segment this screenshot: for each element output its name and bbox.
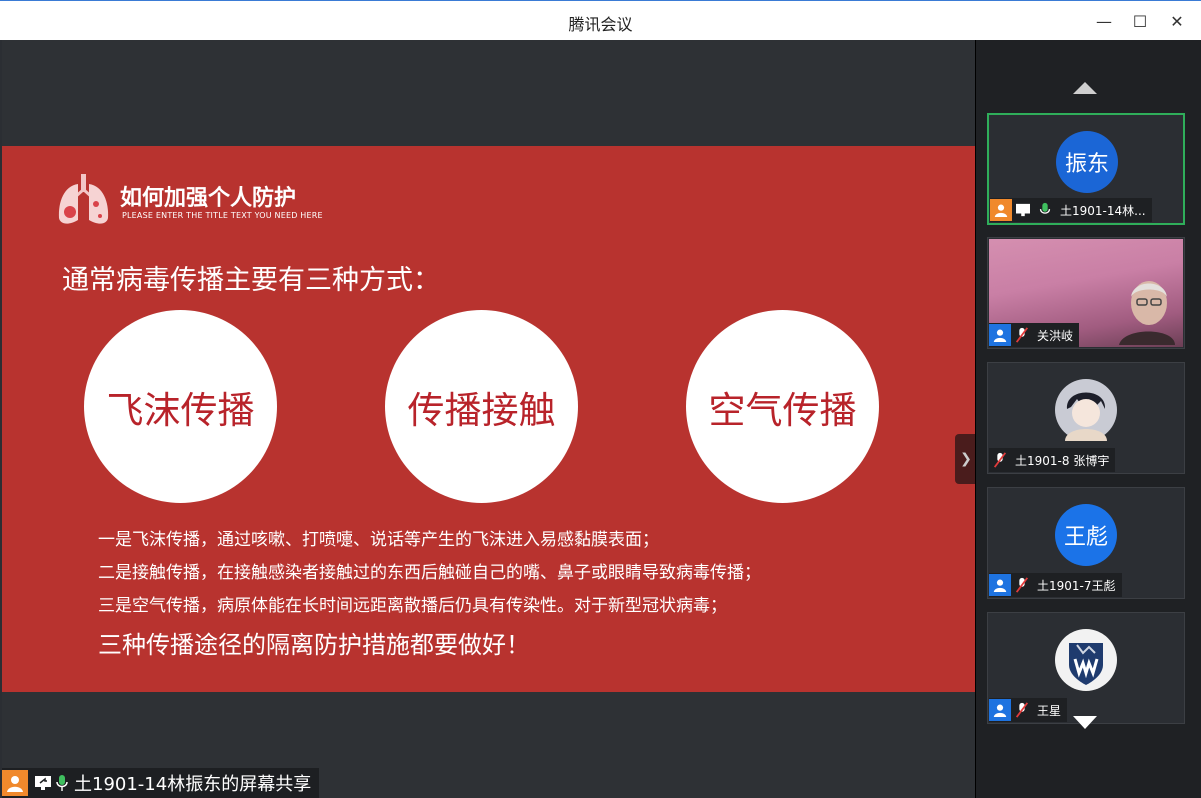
participant-label: 关洪岐: [989, 323, 1080, 347]
share-label: 土1901-14林振东的屏幕共享: [2, 768, 320, 798]
slide-subtitle: PLEASE ENTER THE TITLE TEXT YOU NEED HER…: [122, 211, 323, 220]
participant-label: 土1901-8 张博宇: [989, 448, 1116, 472]
circle-contact: 传播接触: [385, 310, 578, 503]
mic-muted-icon: [1011, 574, 1033, 596]
participant-tile[interactable]: 土1901-8 张博宇: [987, 362, 1185, 474]
close-icon: ✕: [1170, 11, 1184, 31]
presentation-slide: 如何加强个人防护 PLEASE ENTER THE TITLE TEXT YOU…: [2, 146, 975, 692]
user-icon: [989, 324, 1011, 346]
user-icon: [2, 770, 28, 796]
body-line: 三是空气传播，病原体能在长时间远距离散播后仍具有传染性。对于新型冠状病毒；: [98, 596, 727, 616]
minimize-icon: —: [1096, 11, 1112, 31]
user-icon: [990, 199, 1012, 221]
close-button[interactable]: ✕: [1163, 9, 1191, 33]
anime-avatar: [1055, 379, 1117, 441]
slide-heading: 通常病毒传播主要有三种方式：: [62, 265, 440, 296]
participant-tile[interactable]: 关洪岐: [987, 237, 1185, 349]
mic-icon: [1034, 199, 1056, 221]
circle-droplet: 飞沫传播: [84, 310, 277, 503]
scroll-up-icon[interactable]: [1073, 82, 1097, 94]
participant-tile[interactable]: 王彪 土1901-7王彪: [987, 487, 1185, 599]
maximize-icon: ☐: [1132, 11, 1148, 31]
slide-body: 一是飞沫传播，通过咳嗽、打喷嚏、说话等产生的飞沫进入易感黏膜表面； 二是接触传播…: [98, 524, 761, 660]
lungs-icon: [58, 174, 109, 224]
screen-share-icon: [1012, 199, 1034, 221]
scroll-down-icon[interactable]: [1073, 716, 1097, 729]
circle-airborne: 空气传播: [686, 310, 879, 503]
participant-label: 土1901-14林...: [990, 198, 1152, 222]
avatar: 王彪: [1055, 504, 1117, 566]
participant-name: 土1901-7王彪: [1037, 578, 1116, 593]
screen-share-icon: [32, 772, 54, 794]
window-title: 腾讯会议: [568, 15, 633, 34]
participant-name: 土1901-14林...: [1060, 203, 1146, 218]
collapse-sidebar-button[interactable]: ❯: [955, 434, 977, 484]
mic-icon: [54, 772, 70, 794]
body-line: 二是接触传播，在接触感染者接触过的东西后触碰自己的嘴、鼻子或眼睛导致病毒传播；: [98, 563, 761, 583]
maximize-button[interactable]: ☐: [1126, 9, 1154, 33]
minimize-button[interactable]: —: [1090, 9, 1118, 33]
user-icon: [989, 574, 1011, 596]
slide-conclusion: 三种传播途径的隔离防护措施都要做好！: [98, 631, 530, 659]
user-icon: [989, 699, 1011, 721]
mic-muted-icon: [1011, 324, 1033, 346]
participant-tile[interactable]: 王星: [987, 612, 1185, 724]
wolf-logo-avatar: [1055, 629, 1117, 691]
participant-label: 土1901-7王彪: [989, 573, 1122, 597]
participant-tile[interactable]: 振东 土1901-14林...: [987, 113, 1185, 225]
chevron-right-icon: ❯: [960, 451, 972, 467]
slide-title: 如何加强个人防护: [120, 186, 297, 211]
participant-sidebar: 振东 土1901-14林... 关洪岐 土1901-8 张博宇 王彪 土1901…: [975, 40, 1201, 798]
avatar: 振东: [1056, 131, 1118, 193]
mic-muted-icon: [1011, 699, 1033, 721]
shared-screen: 如何加强个人防护 PLEASE ENTER THE TITLE TEXT YOU…: [2, 40, 977, 798]
participant-name: 土1901-8 张博宇: [1015, 453, 1110, 468]
share-label-text: 土1901-14林振东的屏幕共享: [74, 774, 312, 795]
mic-muted-icon: [989, 449, 1011, 471]
person-video-image: [1119, 281, 1175, 345]
participant-name: 王星: [1037, 703, 1062, 718]
body-line: 一是飞沫传播，通过咳嗽、打喷嚏、说话等产生的飞沫进入易感黏膜表面；: [98, 530, 659, 550]
participant-label: 王星: [989, 698, 1068, 722]
title-bar: 腾讯会议 — ☐ ✕: [0, 0, 1201, 40]
participant-name: 关洪岐: [1037, 328, 1074, 343]
